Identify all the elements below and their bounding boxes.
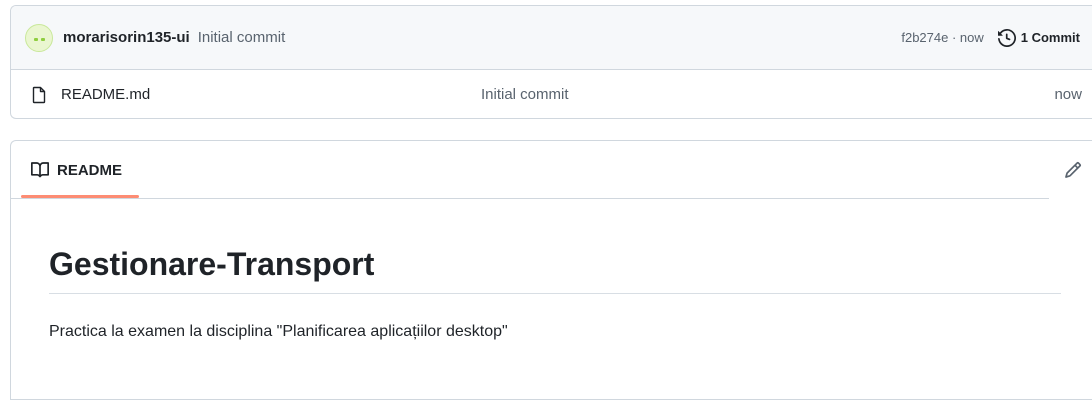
file-icon: [31, 86, 47, 104]
file-time: now: [1054, 86, 1082, 103]
author-avatar[interactable]: [25, 23, 53, 52]
commit-author-link[interactable]: morarisorin135-ui: [63, 29, 190, 46]
commit-history-link[interactable]: 1 Commit: [997, 28, 1080, 47]
commit-hash-time[interactable]: f2b274e · now: [901, 30, 983, 45]
readme-tab-label: README: [57, 161, 123, 179]
file-browser: morarisorin135-ui Initial commit f2b274e…: [10, 5, 1092, 119]
file-commit-link[interactable]: Initial commit: [481, 86, 569, 103]
readme-content: Gestionare-Transport Practica la examen …: [11, 246, 1092, 341]
file-row[interactable]: README.md Initial commit now: [11, 70, 1092, 118]
readme-panel: README Gestionare-Transport Practica la …: [10, 140, 1092, 400]
commit-count-label: 1 Commit: [1020, 30, 1080, 45]
readme-description: Practica la examen la disciplina "Planif…: [49, 323, 508, 340]
commit-message-link[interactable]: Initial commit: [198, 29, 286, 46]
tab-readme[interactable]: README: [31, 141, 122, 199]
history-icon: [997, 28, 1016, 47]
edit-readme-button[interactable]: [1064, 161, 1082, 179]
readme-header: README: [11, 141, 1092, 199]
pencil-icon: [1065, 162, 1081, 178]
readme-title: Gestionare-Transport: [49, 246, 1061, 294]
latest-commit-bar: morarisorin135-ui Initial commit f2b274e…: [11, 6, 1092, 70]
file-name-link[interactable]: README.md: [61, 86, 481, 103]
book-icon: [31, 162, 49, 178]
header-divider: [11, 198, 1049, 199]
